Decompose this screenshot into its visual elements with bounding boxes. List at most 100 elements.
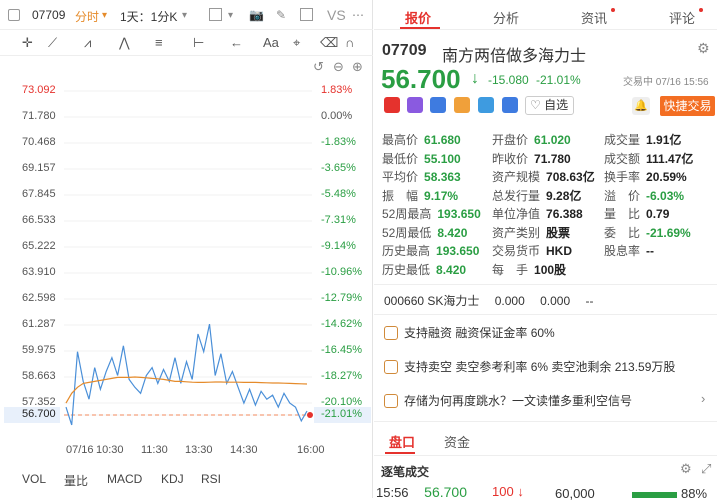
flash-icon (407, 97, 423, 113)
y-left-tick: 73.092 (22, 84, 56, 96)
vol-bar (632, 492, 677, 498)
y-right-tick: -10.96% (321, 266, 362, 278)
stat-item: 总发行量 9.28亿 (492, 188, 582, 203)
y-right-tick: -3.65% (321, 162, 356, 174)
stat-item: 最低价 55.100 (382, 151, 461, 166)
tab-comments[interactable]: 评论 (669, 8, 704, 27)
price-change-pct: -21.01% (536, 73, 581, 87)
indicator-tab-rsi[interactable]: RSI (201, 472, 221, 486)
expand-icon[interactable]: ⤢ (701, 461, 711, 477)
y-right-tick: -20.10% (321, 396, 362, 408)
y-left-tick: 59.975 (22, 344, 56, 356)
margin-info[interactable]: 支持融资 融资保证金率 60% (384, 324, 555, 341)
avg-price-line (65, 376, 308, 404)
underlying-row[interactable]: 000660 SK海力士 0.000 0.000 -- (384, 292, 594, 309)
y-right-tick: -21.01% (321, 408, 362, 420)
stat-item: 换手率 20.59% (604, 170, 687, 184)
x-tick: 10:30 (96, 444, 124, 456)
y-right-tick: -7.31% (321, 214, 356, 226)
price-line (65, 323, 308, 426)
indicator-tab-量比[interactable]: 量比 (64, 472, 88, 489)
stat-item: 单位净值 76.388 (492, 207, 583, 221)
wave-badge-icon (454, 97, 470, 113)
connect-icon (430, 97, 446, 113)
stat-item: 昨收价 71.780 (492, 151, 571, 166)
stat-item: 52周最低 8.420 (382, 225, 468, 240)
current-price: 56.700 (381, 64, 461, 94)
indicator-tab-macd[interactable]: MACD (107, 472, 142, 486)
stat-item: 资产规模 708.63亿 (492, 170, 595, 184)
y-right-tick: -1.83% (321, 136, 356, 148)
y-left-tick: 56.700 (22, 408, 56, 420)
y-right-tick: -16.45% (321, 344, 362, 356)
stat-item: 52周最高 193.650 (382, 207, 481, 221)
quote-panel: 报价 分析 资讯 评论 07709 南方两倍做多海力士 ⚙ 56.700 ↓ -… (374, 0, 717, 501)
y-left-tick: 69.157 (22, 162, 56, 174)
current-point (307, 412, 313, 418)
tick-pct: 88% (681, 486, 708, 501)
short-info[interactable]: 支持卖空 卖空参考利率 6% 卖空池剩余 213.59万股 (384, 358, 675, 375)
y-left-tick: 58.663 (22, 370, 56, 382)
tick-qty: 100 ↓ (492, 484, 524, 499)
y-right-tick: -12.79% (321, 292, 362, 304)
y-right-tick: -14.62% (321, 318, 362, 330)
y-right-tick: 1.83% (321, 84, 353, 96)
y-right-tick: 0.00% (321, 110, 353, 122)
stat-item: 资产类别 股票 (492, 225, 571, 240)
y-left-tick: 63.910 (22, 266, 56, 278)
quick-trade-button[interactable]: 快捷交易 (660, 96, 715, 116)
chart-panel: 07709 分时 ▾ 1天：1分K ▾ ▾ 📷 ✎ VS ⋯ ✛ ⟋ ⩘ ⋀ ≡… (0, 0, 373, 498)
x-tick: 16:00 (297, 444, 325, 456)
tab-orderbook[interactable]: 盘口 (389, 432, 415, 451)
stat-item: 振 幅 9.17% (382, 188, 459, 203)
y-left-tick: 66.533 (22, 214, 56, 226)
x-tick: 11:30 (141, 444, 168, 456)
tab-analysis[interactable]: 分析 (493, 8, 519, 27)
ticks-title: 逐笔成交 (381, 465, 430, 479)
news-icon (384, 394, 398, 408)
tick-vol: 60,000 (555, 486, 595, 501)
bell-icon[interactable]: 🔔 (632, 97, 650, 115)
tab-news[interactable]: 资讯 (581, 8, 616, 27)
y-right-tick: -9.14% (321, 240, 356, 252)
x-tick: 14:30 (230, 444, 258, 456)
trade-status: 交易中 07/16 15:56 (623, 77, 709, 88)
quote-code: 07709 (382, 42, 427, 59)
margin-icon (384, 326, 398, 340)
y-left-tick: 71.780 (22, 110, 56, 122)
y-left-tick: 61.287 (22, 318, 56, 330)
hk-flag-icon (384, 97, 400, 113)
quote-tabs: 报价 分析 资讯 评论 (374, 0, 717, 30)
stat-item: 量 比 0.79 (604, 207, 670, 221)
stat-item: 最高价 61.680 (382, 133, 461, 147)
stat-item: 溢 价 -6.03% (604, 188, 685, 203)
stat-item: 历史最低 8.420 (382, 262, 467, 277)
tab-quote[interactable]: 报价 (405, 8, 431, 27)
stat-item: 成交量 1.91亿 (604, 133, 682, 147)
indicator-tab-vol[interactable]: VOL (22, 472, 46, 486)
tag-icon (478, 97, 494, 113)
settings-icon[interactable]: ⚙ (697, 40, 710, 57)
stat-item: 历史最高 193.650 (382, 244, 480, 258)
stat-item: 开盘价 61.020 (492, 133, 571, 147)
price-change: -15.080 (488, 73, 529, 87)
news-headline[interactable]: 存储为何再度跳水？一文读懂多重利空信号 (384, 392, 632, 409)
filter-icon[interactable]: ⚙ (680, 461, 692, 477)
short-icon (384, 360, 398, 374)
indicator-tab-kdj[interactable]: KDJ (161, 472, 184, 486)
y-left-tick: 62.598 (22, 292, 56, 304)
doc-icon (502, 97, 518, 113)
y-right-tick: -18.27% (321, 370, 362, 382)
down-arrow-icon: ↓ (471, 70, 479, 87)
stat-item: 股息率 -- (604, 244, 655, 258)
x-tick: 13:30 (185, 444, 213, 456)
watchlist-button[interactable]: ♡ 自选 (525, 96, 574, 115)
chevron-right-icon[interactable]: › (701, 391, 705, 406)
x-tick: 07/16 (66, 444, 94, 456)
stat-item: 成交额 111.47亿 (604, 151, 694, 166)
stat-item: 交易货币 HKD (492, 244, 573, 258)
y-left-tick: 65.222 (22, 240, 56, 252)
price-chart[interactable] (0, 0, 373, 498)
stat-item: 平均价 58.363 (382, 170, 461, 184)
tab-capital[interactable]: 资金 (444, 432, 470, 451)
